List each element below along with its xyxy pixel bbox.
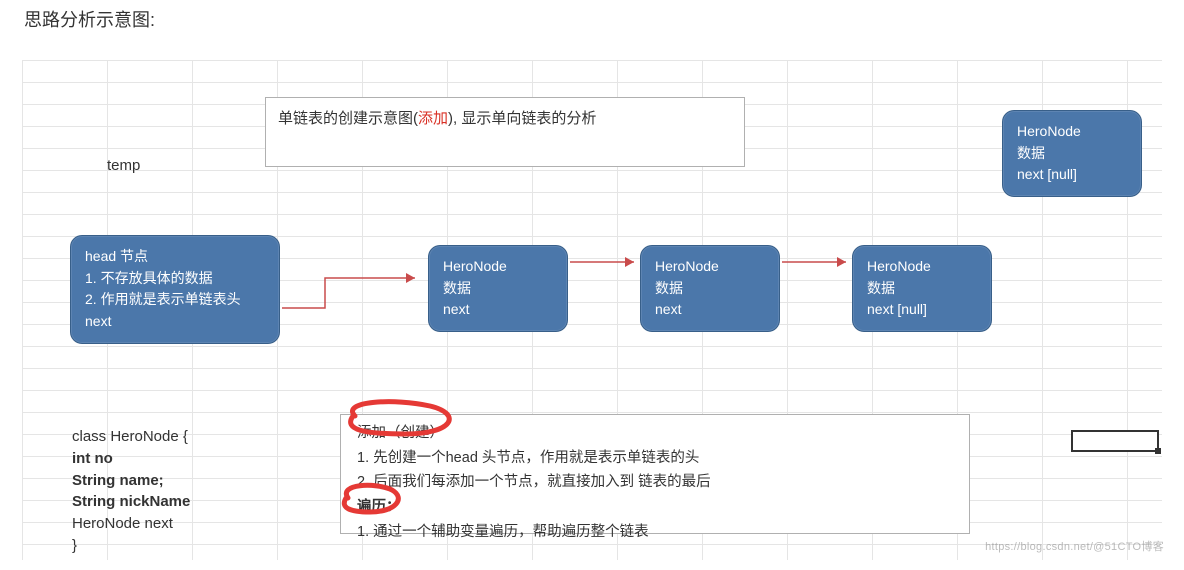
head-node-line: 2. 作用就是表示单链表头: [85, 289, 265, 311]
hero-node-standalone: HeroNode 数据 next [null]: [1002, 110, 1142, 197]
code-line: HeroNode next: [72, 513, 190, 535]
title-red: 添加: [418, 110, 448, 127]
head-node-line: next: [85, 311, 265, 333]
selected-cell[interactable]: [1071, 430, 1159, 452]
code-line: String name;: [72, 470, 190, 492]
node-line: 数据: [1017, 143, 1127, 165]
node-line: HeroNode: [655, 256, 765, 278]
title-suffix: ), 显示单向链表的分析: [448, 110, 596, 127]
code-line: class HeroNode {: [72, 426, 190, 448]
head-node-line: head 节点: [85, 246, 265, 268]
head-node: head 节点 1. 不存放具体的数据 2. 作用就是表示单链表头 next: [70, 235, 280, 344]
diagram-title-box: 单链表的创建示意图(添加), 显示单向链表的分析: [265, 97, 745, 167]
code-line: String nickName: [72, 491, 190, 513]
hero-node-3: HeroNode 数据 next [null]: [852, 245, 992, 332]
explain-line: 1. 通过一个辅助变量遍历，帮助遍历整个链表: [357, 520, 953, 545]
hero-node-1: HeroNode 数据 next: [428, 245, 568, 332]
class-definition: class HeroNode { int no String name; Str…: [72, 426, 190, 557]
title-prefix: 单链表的创建示意图(: [278, 110, 418, 127]
code-line: int no: [72, 448, 190, 470]
node-line: 数据: [867, 278, 977, 300]
explain-line: 遍历：: [357, 495, 953, 520]
node-line: next: [655, 299, 765, 321]
node-line: HeroNode: [1017, 121, 1127, 143]
head-node-line: 1. 不存放具体的数据: [85, 268, 265, 290]
explain-line: 添加（创建）: [357, 421, 953, 446]
watermark: https://blog.csdn.net/@51CTO博客: [985, 538, 1164, 554]
node-line: next: [443, 299, 553, 321]
explain-line: 1. 先创建一个head 头节点，作用就是表示单链表的头: [357, 446, 953, 471]
code-line: }: [72, 535, 190, 557]
node-line: HeroNode: [867, 256, 977, 278]
page-title: 思路分析示意图:: [24, 6, 155, 32]
node-line: next [null]: [867, 299, 977, 321]
temp-label: temp: [107, 157, 140, 174]
node-line: HeroNode: [443, 256, 553, 278]
explain-line: 2. 后面我们每添加一个节点，就直接加入到 链表的最后: [357, 470, 953, 495]
explanation-box: 添加（创建） 1. 先创建一个head 头节点，作用就是表示单链表的头 2. 后…: [340, 414, 970, 534]
node-line: 数据: [443, 278, 553, 300]
node-line: 数据: [655, 278, 765, 300]
hero-node-2: HeroNode 数据 next: [640, 245, 780, 332]
node-line: next [null]: [1017, 164, 1127, 186]
